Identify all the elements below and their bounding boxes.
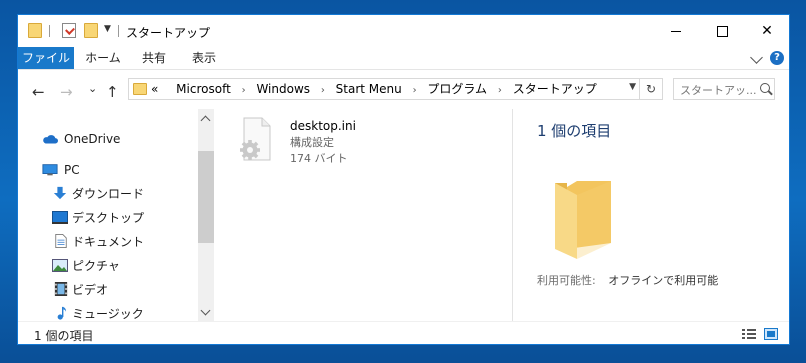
breadcrumb-item[interactable]: スタートアップ	[513, 82, 597, 96]
file-name: desktop.ini	[290, 119, 356, 133]
new-folder-icon[interactable]	[84, 23, 98, 38]
details-pane: 1 個の項目 利用可能性: オフラインで利用可能	[512, 109, 789, 321]
documents-icon	[55, 234, 67, 248]
file-size: 174 バイト	[290, 152, 348, 165]
customize-toolbar-icon[interactable]: ▼	[104, 24, 111, 34]
breadcrumb-separator[interactable]: ›	[321, 85, 325, 96]
sidebar-item-label: ピクチャ	[72, 259, 120, 273]
music-icon	[57, 306, 66, 320]
sidebar-item-label: ダウンロード	[72, 187, 145, 201]
availability-label: 利用可能性:	[537, 274, 596, 287]
tab-home[interactable]: ホーム	[82, 47, 124, 69]
address-bar[interactable]: « Microsoft › Windows › Start Menu › プログ…	[128, 78, 663, 100]
file-type: 構成設定	[290, 136, 334, 149]
breadcrumb-overflow[interactable]: «	[151, 82, 158, 96]
search-box[interactable]: スタートアッ...	[673, 78, 775, 100]
large-icons-view-icon[interactable]	[764, 328, 778, 340]
onedrive-icon	[43, 135, 58, 144]
sidebar-item-label: デスクトップ	[72, 211, 145, 225]
sidebar-item-label: PC	[64, 163, 80, 177]
sidebar-item-label: ドキュメント	[72, 235, 145, 249]
pictures-icon	[52, 259, 68, 272]
breadcrumb-item[interactable]: Windows	[256, 82, 310, 96]
recent-locations-button[interactable]: ⌄	[88, 82, 97, 95]
folder-icon	[133, 83, 147, 95]
breadcrumb-item[interactable]: Microsoft	[176, 82, 231, 96]
desktop-icon	[52, 211, 68, 224]
refresh-button[interactable]: ↻	[639, 79, 662, 99]
folder-icon	[555, 181, 611, 259]
settings-file-icon	[240, 117, 271, 161]
tab-view[interactable]: 表示	[186, 47, 222, 69]
breadcrumb-item[interactable]: プログラム	[427, 82, 487, 96]
search-icon	[760, 83, 770, 93]
navigation-pane-scrollbar[interactable]	[198, 109, 214, 321]
title-separator	[118, 25, 119, 37]
breadcrumb: « Microsoft › Windows › Start Menu › プログ…	[151, 79, 597, 99]
availability-value: オフラインで利用可能	[608, 274, 719, 287]
window-title: スタートアップ	[126, 26, 211, 40]
tab-file[interactable]: ファイル	[18, 47, 74, 69]
back-button[interactable]: ←	[32, 83, 45, 101]
close-button[interactable]: ✕	[744, 15, 789, 47]
search-input[interactable]: スタートアッ...	[680, 82, 757, 98]
maximize-button[interactable]	[699, 15, 745, 47]
scrollbar-thumb[interactable]	[198, 151, 214, 243]
forward-button[interactable]: →	[60, 83, 73, 101]
pc-icon	[42, 164, 58, 176]
minimize-button[interactable]	[653, 15, 699, 47]
sidebar-item-label: OneDrive	[64, 132, 121, 146]
availability: 利用可能性: オフラインで利用可能	[537, 272, 718, 288]
title-bar[interactable]: ▼ スタートアップ ✕	[18, 15, 789, 47]
download-icon	[53, 186, 67, 200]
details-view-icon[interactable]	[742, 328, 756, 340]
folder-icon	[28, 23, 42, 38]
quick-access-separator	[49, 25, 50, 37]
breadcrumb-separator[interactable]: ›	[498, 85, 502, 96]
help-icon[interactable]: ?	[770, 51, 784, 65]
up-button[interactable]: ↑	[106, 83, 119, 101]
videos-icon	[54, 282, 68, 296]
breadcrumb-separator[interactable]: ›	[413, 85, 417, 96]
address-dropdown-icon[interactable]: ▼	[629, 82, 636, 92]
properties-icon[interactable]	[62, 23, 76, 38]
explorer-window: ▼ スタートアップ ✕ ファイル ホーム 共有 表示 ? ← → ⌄ ↑ « M…	[17, 14, 790, 345]
tab-share[interactable]: 共有	[136, 47, 172, 69]
expand-ribbon-icon[interactable]	[750, 51, 763, 64]
breadcrumb-item[interactable]: Start Menu	[336, 82, 402, 96]
item-count: 1 個の項目	[537, 122, 612, 140]
status-bar: 1 個の項目	[18, 321, 789, 344]
scroll-down-icon[interactable]	[200, 305, 211, 316]
breadcrumb-separator[interactable]: ›	[242, 85, 246, 96]
navigation-bar: ← → ⌄ ↑ « Microsoft › Windows › Start Me…	[18, 69, 789, 110]
status-item-count: 1 個の項目	[34, 329, 94, 343]
sidebar-item-label: ビデオ	[72, 283, 109, 297]
navigation-pane: OneDrive PC ダウンロード デスクトップ ドキュメント ピクチャ ビデ…	[18, 109, 214, 321]
ribbon-tabs: ファイル ホーム 共有 表示 ?	[18, 47, 789, 69]
scroll-up-icon[interactable]	[200, 115, 211, 126]
